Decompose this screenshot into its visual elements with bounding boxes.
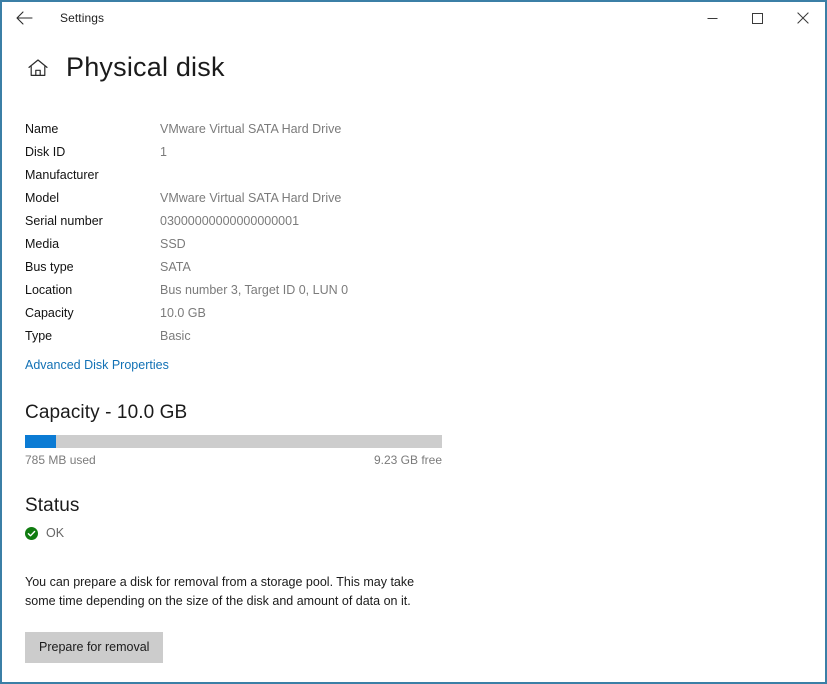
property-label: Capacity [25, 301, 160, 324]
property-value: SSD [160, 232, 348, 255]
table-row: Manufacturer [25, 163, 348, 186]
property-value [160, 163, 348, 186]
property-value: 10.0 GB [160, 301, 348, 324]
page-title: Physical disk [66, 52, 225, 83]
page-content: Name VMware Virtual SATA Hard Drive Disk… [2, 117, 825, 684]
property-label: Bus type [25, 255, 160, 278]
property-value: 03000000000000000001 [160, 209, 348, 232]
property-label: Type [25, 324, 160, 347]
back-arrow-icon [16, 11, 33, 25]
settings-window: Settings [0, 0, 827, 684]
back-button[interactable] [2, 2, 46, 34]
maximize-icon [752, 13, 763, 24]
app-title: Settings [60, 11, 104, 25]
table-row: Location Bus number 3, Target ID 0, LUN … [25, 278, 348, 301]
property-value: Basic [160, 324, 348, 347]
property-label: Serial number [25, 209, 160, 232]
home-icon[interactable] [24, 54, 52, 82]
table-row: Media SSD [25, 232, 348, 255]
close-icon [797, 12, 809, 24]
property-value: VMware Virtual SATA Hard Drive [160, 186, 348, 209]
prepare-for-removal-button[interactable]: Prepare for removal [25, 632, 163, 663]
property-label: Name [25, 117, 160, 140]
title-bar: Settings [2, 2, 825, 34]
property-label: Media [25, 232, 160, 255]
capacity-free-label: 9.23 GB free [374, 453, 442, 467]
removal-description: You can prepare a disk for removal from … [25, 573, 445, 611]
capacity-bar-fill [25, 435, 56, 448]
property-value: SATA [160, 255, 348, 278]
status-heading: Status [25, 495, 825, 517]
close-button[interactable] [780, 2, 825, 34]
maximize-button[interactable] [735, 2, 780, 34]
capacity-heading: Capacity - 10.0 GB [25, 402, 825, 424]
status-row: OK [25, 526, 825, 540]
table-row: Name VMware Virtual SATA Hard Drive [25, 117, 348, 140]
table-row: Serial number 03000000000000000001 [25, 209, 348, 232]
table-row: Capacity 10.0 GB [25, 301, 348, 324]
status-badge: OK [46, 526, 64, 540]
page-header: Physical disk [2, 52, 825, 83]
property-label: Manufacturer [25, 163, 160, 186]
advanced-disk-properties-link[interactable]: Advanced Disk Properties [25, 358, 169, 372]
minimize-button[interactable] [690, 2, 735, 34]
capacity-bar-track [25, 435, 442, 448]
capacity-used-label: 785 MB used [25, 453, 96, 467]
property-label: Model [25, 186, 160, 209]
property-value: Bus number 3, Target ID 0, LUN 0 [160, 278, 348, 301]
caption-button-group [690, 2, 825, 34]
property-value: VMware Virtual SATA Hard Drive [160, 117, 348, 140]
property-label: Location [25, 278, 160, 301]
table-row: Type Basic [25, 324, 348, 347]
disk-properties-table: Name VMware Virtual SATA Hard Drive Disk… [25, 117, 348, 347]
minimize-icon [707, 13, 718, 24]
property-value: 1 [160, 140, 348, 163]
check-circle-icon [25, 527, 38, 540]
table-row: Disk ID 1 [25, 140, 348, 163]
capacity-bar-labels: 785 MB used 9.23 GB free [25, 453, 442, 467]
property-label: Disk ID [25, 140, 160, 163]
table-row: Model VMware Virtual SATA Hard Drive [25, 186, 348, 209]
table-row: Bus type SATA [25, 255, 348, 278]
